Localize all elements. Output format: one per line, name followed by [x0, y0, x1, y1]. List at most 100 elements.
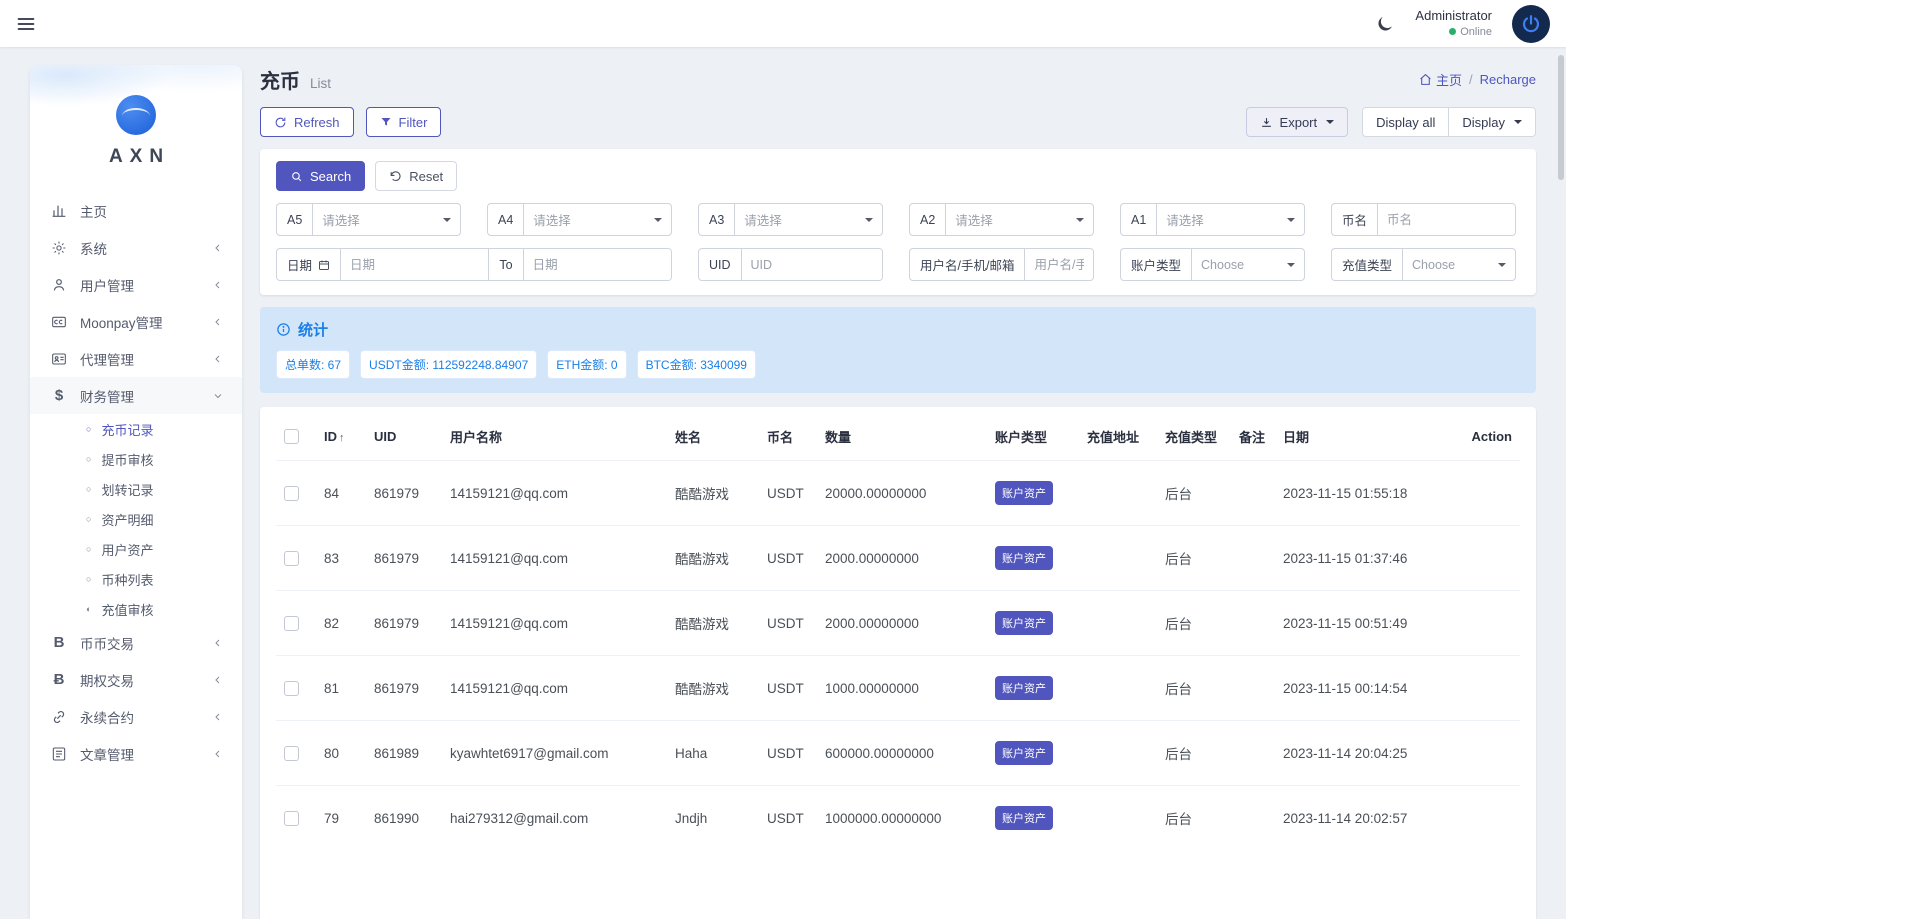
cell-coin: USDT — [759, 720, 817, 786]
avatar[interactable] — [1512, 4, 1550, 43]
filter-a3-select[interactable]: 请选择 — [735, 204, 882, 235]
logo[interactable]: AXN — [30, 65, 242, 168]
cell-remark — [1231, 590, 1275, 656]
row-checkbox[interactable] — [284, 550, 299, 566]
display-all-button[interactable]: Display all — [1362, 107, 1450, 137]
account-type-badge: 账户资产 — [995, 611, 1053, 635]
filter-account-type-label: 账户类型 — [1121, 249, 1193, 280]
cell-account-type: 账户资产 — [987, 720, 1079, 786]
cell-username: hai279312@gmail.com — [442, 785, 667, 850]
cell-recharge-address — [1079, 655, 1157, 721]
article-icon — [48, 746, 70, 762]
filter-a5: A5 请选择 — [276, 203, 461, 236]
filter-a4-select[interactable]: 请选择 — [524, 204, 671, 235]
user-menu[interactable]: Administrator Online — [1415, 8, 1492, 39]
col-header-remark: 备注 — [1239, 430, 1266, 445]
chevron-left-icon — [212, 748, 224, 760]
cell-date: 2023-11-15 00:14:54 — [1275, 655, 1453, 721]
cell-uid: 861989 — [366, 720, 442, 786]
stat-btc-amount: BTC金额: 3340099 — [636, 350, 756, 379]
cell-remark — [1231, 525, 1275, 591]
account-type-badge: 账户资产 — [995, 676, 1053, 700]
sidebar-item-label: 用户管理 — [80, 278, 134, 294]
reset-button[interactable]: Reset — [375, 161, 458, 191]
chevron-left-icon — [212, 316, 224, 328]
sidebar-item-finance[interactable]: $ 财务管理 — [30, 377, 242, 414]
date-to-input[interactable] — [523, 249, 671, 280]
uid-input[interactable] — [741, 249, 882, 280]
row-checkbox[interactable] — [284, 745, 299, 761]
submenu-item-recharge-records[interactable]: ○ 充币记录 — [30, 414, 242, 444]
sidebar-item-spot-trade[interactable]: B 币币交易 — [30, 624, 242, 661]
submenu-item-user-assets[interactable]: ○ 用户资产 — [30, 534, 242, 564]
cell-name: Jndjh — [667, 785, 759, 850]
col-header-date: 日期 — [1283, 430, 1310, 445]
export-button[interactable]: Export — [1245, 107, 1349, 137]
row-checkbox[interactable] — [284, 680, 299, 696]
submenu-item-coin-list[interactable]: ○ 币种列表 — [30, 564, 242, 594]
sidebar-item-label: 代理管理 — [80, 352, 134, 368]
cell-account-type: 账户资产 — [987, 460, 1079, 526]
circle-bullet-icon: ○ — [86, 454, 92, 464]
row-checkbox[interactable] — [284, 615, 299, 631]
submenu-item-withdraw-review[interactable]: ○ 提币审核 — [30, 444, 242, 474]
account-type-select[interactable]: Choose — [1192, 249, 1304, 280]
sidebar-toggle-button[interactable] — [16, 14, 36, 34]
cell-recharge-address — [1079, 590, 1157, 656]
filter-a4-label: A4 — [488, 204, 525, 235]
select-all-checkbox[interactable] — [284, 429, 299, 444]
search-button[interactable]: Search — [276, 161, 366, 191]
cell-username: 14159121@qq.com — [442, 460, 667, 526]
filter-button[interactable]: Filter — [365, 107, 442, 137]
filter-a5-select[interactable]: 请选择 — [313, 204, 460, 235]
display-button[interactable]: Display — [1449, 107, 1536, 137]
col-header-recharge-type: 充值类型 — [1165, 430, 1218, 445]
filter-a1-select[interactable]: 请选择 — [1157, 204, 1304, 235]
cell-username: 14159121@qq.com — [442, 590, 667, 656]
chevron-left-icon — [212, 242, 224, 254]
refresh-button[interactable]: Refresh — [260, 107, 354, 137]
submenu-item-label: 币种列表 — [101, 572, 154, 588]
vertical-scrollbar[interactable] — [1558, 55, 1564, 180]
cell-remark — [1231, 785, 1275, 850]
row-checkbox[interactable] — [284, 810, 299, 826]
filter-uid-label: UID — [699, 249, 742, 280]
filter-a2-select[interactable]: 请选择 — [946, 204, 1093, 235]
breadcrumb-home-link[interactable]: 主页 — [1419, 70, 1462, 89]
sidebar-item-users[interactable]: 用户管理 — [30, 266, 242, 303]
submenu-item-recharge-review[interactable]: ◐ 充值审核 — [30, 594, 242, 624]
sidebar-item-agents[interactable]: 代理管理 — [30, 340, 242, 377]
coin-name-input[interactable] — [1378, 204, 1515, 235]
sidebar-item-articles[interactable]: 文章管理 — [30, 735, 242, 772]
submenu-item-asset-details[interactable]: ○ 资产明细 — [30, 504, 242, 534]
sidebar-item-system[interactable]: 系统 — [30, 229, 242, 266]
chevron-down-icon — [1326, 120, 1335, 124]
cell-recharge-address — [1079, 785, 1157, 850]
recharge-type-select[interactable]: Choose — [1403, 249, 1515, 280]
sidebar-item-home[interactable]: 主页 — [30, 192, 242, 229]
sidebar-item-perpetual-contract[interactable]: 永续合约 — [30, 698, 242, 735]
sidebar-item-options-trade[interactable]: Ƀ 期权交易 — [30, 661, 242, 698]
hamburger-icon — [16, 14, 36, 34]
dark-mode-toggle[interactable] — [1375, 14, 1395, 34]
sidebar-item-label: 永续合约 — [80, 710, 134, 726]
row-checkbox[interactable] — [284, 485, 299, 501]
topbar: Administrator Online — [0, 0, 1566, 47]
col-header-coin: 币名 — [767, 430, 794, 445]
submenu-item-transfer-records[interactable]: ○ 划转记录 — [30, 474, 242, 504]
cell-coin: USDT — [759, 590, 817, 656]
cell-name: 酷酷游戏 — [667, 460, 759, 526]
cell-id: 84 — [316, 460, 366, 526]
date-to-label: To — [488, 249, 524, 280]
sidebar-item-moonpay[interactable]: Moonpay管理 — [30, 303, 242, 340]
col-header-id[interactable]: ID ↑ — [316, 413, 366, 461]
credit-card-icon — [48, 314, 70, 330]
sidebar-item-label: 文章管理 — [80, 747, 134, 763]
cell-name: 酷酷游戏 — [667, 590, 759, 656]
user-input[interactable] — [1025, 249, 1093, 280]
stats-panel: 统计 总单数: 67 USDT金额: 112592248.84907 ETH金额… — [260, 307, 1536, 393]
sidebar-item-label: 系统 — [80, 241, 107, 257]
cell-amount: 1000.00000000 — [817, 655, 987, 721]
date-from-input[interactable] — [341, 249, 489, 280]
cell-username: 14159121@qq.com — [442, 655, 667, 721]
